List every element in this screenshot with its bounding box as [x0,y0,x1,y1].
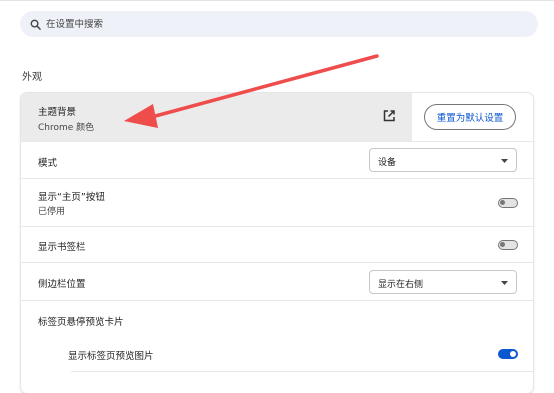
preview-images-toggle[interactable] [498,349,518,359]
toggle-knob [500,242,505,247]
open-in-new-icon[interactable] [382,109,396,123]
preview-images-label: 显示标签页预览图片 [68,351,154,362]
mode-label: 模式 [38,158,58,169]
side-panel-select[interactable]: 显示在右侧 [369,270,517,294]
mode-selected: 设备 [378,158,397,168]
bookmarks-bar-toggle[interactable] [498,240,518,250]
chevron-down-icon [501,281,508,285]
mode-select[interactable]: 设备 [369,148,517,172]
toggle-knob [510,351,516,357]
search-input[interactable] [46,18,506,30]
side-panel-selected: 显示在右侧 [378,280,424,290]
search-bar[interactable] [20,11,538,37]
toggle-knob [500,200,505,205]
home-button-row[interactable]: 显示“主页”按钮 已停用 [21,178,533,227]
theme-label: 主题背景 [38,107,77,118]
home-button-status: 已停用 [38,207,66,217]
reset-theme-button[interactable]: 重置为默认设置 [424,104,516,130]
home-button-toggle[interactable] [498,198,518,208]
side-panel-row: 侧边栏位置 显示在右侧 [21,262,533,301]
section-title: 外观 [22,72,42,83]
theme-value: Chrome 颜色 [38,123,95,133]
mode-row: 模式 设备 [21,141,533,179]
bookmarks-bar-label: 显示书签栏 [38,242,86,253]
tab-hover-row: 标签页悬停预览卡片 显示标签页预览图片 [21,300,533,393]
home-button-label: 显示“主页”按钮 [38,192,105,203]
side-panel-label: 侧边栏位置 [38,279,86,290]
search-icon [30,19,41,30]
top-border [0,0,554,1]
bookmarks-bar-row[interactable]: 显示书签栏 [21,226,533,263]
divider [71,371,533,372]
theme-open-area[interactable] [21,93,412,141]
appearance-card: 主题背景 Chrome 颜色 重置为默认设置 模式 设备 显示“主页”按钮 已停… [21,93,533,393]
tab-hover-label: 标签页悬停预览卡片 [38,317,124,328]
chevron-down-icon [501,159,508,163]
theme-row: 主题背景 Chrome 颜色 重置为默认设置 [21,93,533,141]
